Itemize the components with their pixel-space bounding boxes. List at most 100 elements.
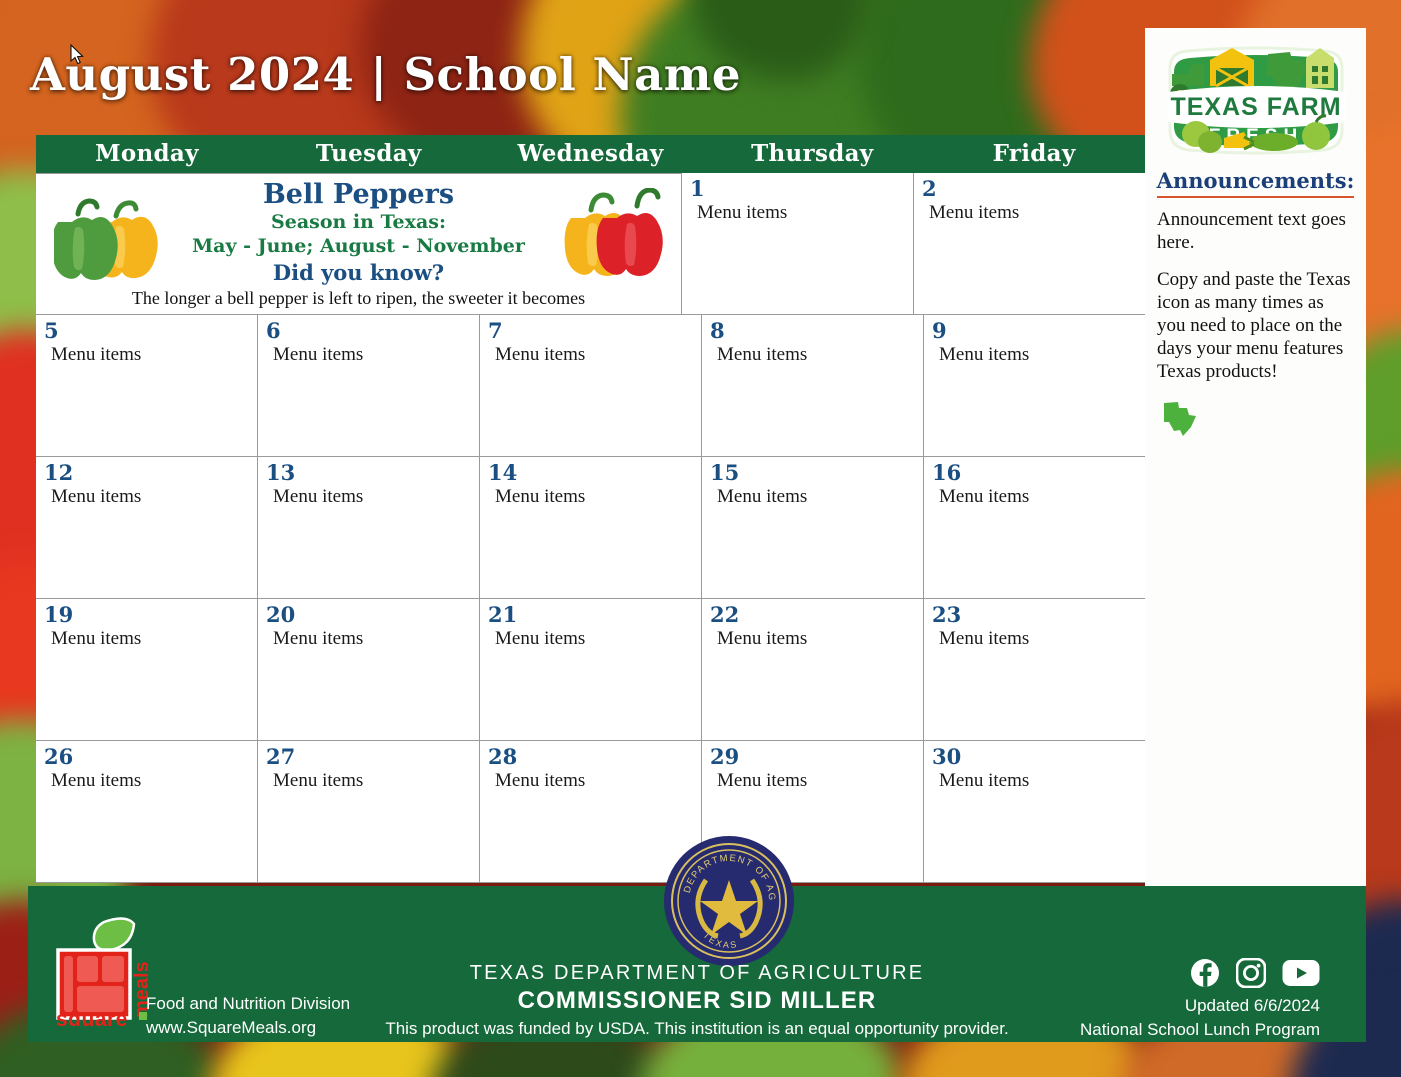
day-menu-items: Menu items — [495, 628, 586, 649]
day-number: 21 — [488, 602, 518, 627]
footer: DEPARTMENT OF AGRICULTURE TEXAS square m… — [28, 834, 1366, 1042]
calendar-week-row: Bell Peppers Season in Texas: May - June… — [36, 173, 1145, 315]
calendar-day-cell[interactable]: 1 Menu items — [682, 173, 914, 315]
day-menu-items: Menu items — [939, 628, 1030, 649]
footer-right-info: Updated 6/6/2024 National School Lunch P… — [1080, 994, 1320, 1042]
day-menu-items: Menu items — [717, 628, 808, 649]
calendar-day-cell[interactable]: 16 Menu items — [924, 457, 1145, 599]
program-name: National School Lunch Program — [1079, 1020, 1320, 1039]
day-number: 5 — [44, 318, 59, 343]
calendar-day-cell[interactable]: 6 Menu items — [258, 315, 480, 457]
weekday-thursday: Thursday — [751, 140, 874, 167]
day-number: 27 — [266, 744, 296, 769]
announcement-paragraph-1: Announcement text goes here. — [1157, 209, 1346, 253]
day-menu-items: Menu items — [929, 202, 1020, 223]
calendar-day-cell[interactable]: 7 Menu items — [480, 315, 702, 457]
texas-state-shape-icon[interactable] — [1161, 397, 1199, 437]
day-menu-items: Menu items — [495, 770, 586, 791]
logo-text-top: TEXAS FARM — [1170, 93, 1341, 121]
updated-date: Updated 6/6/2024 — [1184, 996, 1320, 1015]
calendar-day-cell[interactable]: 26 Menu items — [36, 741, 258, 883]
day-number: 7 — [488, 318, 503, 343]
day-number: 13 — [266, 460, 296, 485]
calendar-day-cell[interactable]: 9 Menu items — [924, 315, 1145, 457]
day-number: 6 — [266, 318, 281, 343]
facebook-icon[interactable] — [1190, 958, 1220, 988]
day-number: 16 — [932, 460, 962, 485]
day-menu-items: Menu items — [51, 486, 142, 507]
day-number: 19 — [44, 602, 74, 627]
day-menu-items: Menu items — [939, 344, 1030, 365]
calendar-week-row: 26 Menu items 27 Menu items 28 Menu items 2… — [36, 741, 1145, 883]
calendar-day-cell[interactable]: 14 Menu items — [480, 457, 702, 599]
calendar-day-cell[interactable]: 19 Menu items — [36, 599, 258, 741]
social-links — [1190, 958, 1320, 988]
weekday-monday: Monday — [95, 140, 199, 167]
calendar-day-cell[interactable]: 30 Menu items — [924, 741, 1145, 883]
calendar-week-row: 5 Menu items 6 Menu items 7 Menu items 8 Men… — [36, 315, 1145, 457]
weekday-wednesday: Wednesday — [517, 140, 664, 167]
calendar-day-cell[interactable]: 5 Menu items — [36, 315, 258, 457]
day-number: 26 — [44, 744, 74, 769]
calendar-day-cell[interactable]: 27 Menu items — [258, 741, 480, 883]
department-name: TEXAS DEPARTMENT OF AGRICULTURE — [469, 962, 925, 984]
weekday-header-row: Monday Tuesday Wednesday Thursday Friday — [36, 135, 1145, 173]
day-number: 12 — [44, 460, 74, 485]
day-number: 1 — [690, 176, 705, 201]
day-number: 29 — [710, 744, 740, 769]
announcements-panel: TEXAS FARM FRESH Announcements: Announce… — [1145, 28, 1366, 886]
announcements-heading: Announcements: — [1156, 168, 1355, 193]
day-number: 22 — [710, 602, 740, 627]
day-number: 28 — [488, 744, 518, 769]
calendar-day-cell[interactable]: 20 Menu items — [258, 599, 480, 741]
announcements-divider — [1157, 196, 1354, 198]
youtube-icon[interactable] — [1282, 959, 1320, 987]
day-menu-items: Menu items — [273, 770, 364, 791]
page-title: August 2024 | School Name — [30, 48, 741, 101]
calendar-day-cell[interactable]: 15 Menu items — [702, 457, 924, 599]
calendar-week-row: 12 Menu items 13 Menu items 14 Menu items 1… — [36, 457, 1145, 599]
day-menu-items: Menu items — [495, 344, 586, 365]
day-menu-items: Menu items — [717, 344, 808, 365]
page-title-bar: August 2024 | School Name — [30, 44, 770, 106]
day-number: 30 — [932, 744, 962, 769]
day-menu-items: Menu items — [51, 770, 142, 791]
weekday-tuesday: Tuesday — [315, 140, 422, 167]
announcement-paragraph-2: Copy and paste the Texas icon as many ti… — [1157, 269, 1351, 382]
day-number: 9 — [932, 318, 947, 343]
instagram-icon[interactable] — [1236, 958, 1266, 988]
weekday-friday: Friday — [992, 140, 1076, 167]
calendar-day-cell[interactable]: 21 Menu items — [480, 599, 702, 741]
calendar-day-cell[interactable]: 22 Menu items — [702, 599, 924, 741]
day-number: 15 — [710, 460, 740, 485]
texas-farm-fresh-logo: TEXAS FARM FRESH — [1167, 46, 1346, 155]
featured-produce-cell: Bell Peppers Season in Texas: May - June… — [36, 173, 682, 315]
calendar: Monday Tuesday Wednesday Thursday Friday… — [36, 135, 1145, 883]
calendar-day-cell[interactable]: 13 Menu items — [258, 457, 480, 599]
day-menu-items: Menu items — [939, 770, 1030, 791]
calendar-week-row: 19 Menu items 20 Menu items 21 Menu items 2… — [36, 599, 1145, 741]
green-and-yellow-bell-peppers-icon — [54, 198, 158, 280]
did-you-know-fact: The longer a bell pepper is left to ripe… — [131, 288, 586, 308]
day-menu-items: Menu items — [697, 202, 788, 223]
calendar-day-cell[interactable]: 12 Menu items — [36, 457, 258, 599]
calendar-day-cell[interactable]: 23 Menu items — [924, 599, 1145, 741]
day-menu-items: Menu items — [273, 344, 364, 365]
calendar-day-cell[interactable]: 2 Menu items — [914, 173, 1145, 315]
yellow-and-red-bell-peppers-icon — [564, 188, 663, 276]
day-menu-items: Menu items — [939, 486, 1030, 507]
day-menu-items: Menu items — [273, 628, 364, 649]
day-number: 23 — [932, 602, 962, 627]
day-menu-items: Menu items — [273, 486, 364, 507]
day-menu-items: Menu items — [717, 486, 808, 507]
day-number: 2 — [922, 176, 937, 201]
day-number: 8 — [710, 318, 725, 343]
day-menu-items: Menu items — [51, 344, 142, 365]
texas-department-of-agriculture-seal: DEPARTMENT OF AGRICULTURE TEXAS — [662, 834, 794, 966]
day-menu-items: Menu items — [717, 770, 808, 791]
day-menu-items: Menu items — [495, 486, 586, 507]
day-number: 14 — [488, 460, 518, 485]
calendar-day-cell[interactable]: 8 Menu items — [702, 315, 924, 457]
day-menu-items: Menu items — [51, 628, 142, 649]
day-number: 20 — [266, 602, 296, 627]
